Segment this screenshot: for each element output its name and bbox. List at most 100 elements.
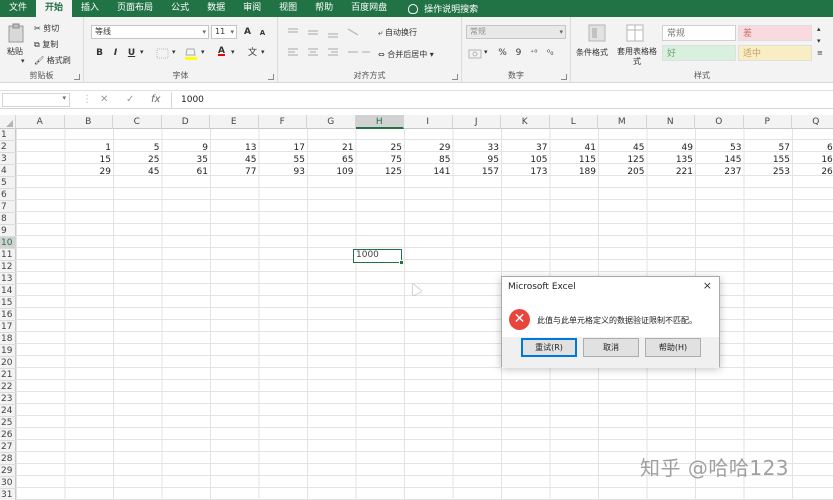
conditional-formatting-button[interactable]: 条件格式 xyxy=(576,47,608,58)
alignment-icons[interactable] xyxy=(286,26,371,60)
name-box[interactable]: ▾ xyxy=(2,93,70,107)
format-as-table-button[interactable]: 套用表格格式 xyxy=(615,47,659,67)
row-header-26[interactable]: 26 xyxy=(0,429,16,441)
row-header-1[interactable]: 1 xyxy=(0,129,16,141)
cell-c3[interactable]: 25 xyxy=(113,154,162,166)
column-header-d[interactable]: D xyxy=(162,115,210,129)
cell-k4[interactable]: 173 xyxy=(501,166,550,178)
tab-baidu-netdisk[interactable]: 百度网盘 xyxy=(342,0,396,17)
cut-button[interactable]: ✂ 剪切 xyxy=(34,23,59,34)
column-header-k[interactable]: K xyxy=(501,115,550,129)
column-header-o[interactable]: O xyxy=(695,115,744,129)
underline-dropdown-icon[interactable]: ▾ xyxy=(140,48,144,56)
row-header-13[interactable]: 13 xyxy=(0,273,16,285)
cell-i4[interactable]: 141 xyxy=(404,166,453,178)
decrease-decimal-icon[interactable]: ⁰₀ xyxy=(547,48,553,57)
cell-j4[interactable]: 157 xyxy=(453,166,502,178)
row-header-2[interactable]: 2 xyxy=(0,141,16,153)
currency-icon[interactable] xyxy=(468,48,482,59)
italic-button[interactable]: I xyxy=(109,47,122,60)
column-header-a[interactable]: A xyxy=(16,115,65,129)
tab-data[interactable]: 数据 xyxy=(198,0,234,17)
row-header-5[interactable]: 5 xyxy=(0,177,16,189)
grow-font-button[interactable]: A xyxy=(241,26,254,39)
fill-handle[interactable] xyxy=(399,260,404,265)
underline-button[interactable]: U xyxy=(125,47,138,60)
active-cell-h10[interactable]: 1000 xyxy=(353,249,404,265)
bold-button[interactable]: B xyxy=(93,47,106,60)
column-header-l[interactable]: L xyxy=(550,115,598,129)
row-header-9[interactable]: 9 xyxy=(0,225,16,237)
cell-e2[interactable]: 13 xyxy=(210,142,259,154)
comma-button[interactable]: 9 xyxy=(512,47,525,60)
cell-h4[interactable]: 125 xyxy=(356,166,405,178)
copy-button[interactable]: ⧉ 复制 xyxy=(34,39,58,50)
column-header-q[interactable]: Q xyxy=(792,115,833,129)
cell-g2[interactable]: 21 xyxy=(307,142,356,154)
tab-review[interactable]: 审阅 xyxy=(234,0,270,17)
cell-p3[interactable]: 155 xyxy=(744,154,793,166)
border-icon[interactable] xyxy=(156,48,169,59)
fill-color-icon[interactable] xyxy=(184,47,198,60)
cell-o2[interactable]: 53 xyxy=(695,142,744,154)
row-header-16[interactable]: 16 xyxy=(0,309,16,321)
row-header-8[interactable]: 8 xyxy=(0,213,16,225)
cell-o4[interactable]: 237 xyxy=(695,166,744,178)
number-format-combo[interactable]: 常规 ▾ xyxy=(466,25,566,39)
tab-help[interactable]: 帮助 xyxy=(306,0,342,17)
cell-l3[interactable]: 115 xyxy=(550,154,599,166)
close-icon[interactable]: × xyxy=(703,279,712,292)
cell-c4[interactable]: 45 xyxy=(113,166,162,178)
phonetic-button[interactable]: 文 xyxy=(246,47,259,60)
cancel-icon[interactable]: ✕ xyxy=(100,94,108,105)
column-header-n[interactable]: N xyxy=(647,115,695,129)
formula-input[interactable]: 1000 xyxy=(171,92,833,108)
row-header-28[interactable]: 28 xyxy=(0,453,16,465)
cell-g3[interactable]: 65 xyxy=(307,154,356,166)
cell-k2[interactable]: 37 xyxy=(501,142,550,154)
row-header-6[interactable]: 6 xyxy=(0,189,16,201)
cell-b3[interactable]: 15 xyxy=(65,154,114,166)
insert-function-icon[interactable]: fx xyxy=(151,94,160,105)
number-launcher-icon[interactable] xyxy=(561,74,567,80)
cell-h3[interactable]: 75 xyxy=(356,154,405,166)
conditional-formatting-icon[interactable] xyxy=(587,23,607,43)
column-header-c[interactable]: C xyxy=(113,115,162,129)
row-header-30[interactable]: 30 xyxy=(0,477,16,489)
cell-d2[interactable]: 9 xyxy=(162,142,211,154)
row-header-15[interactable]: 15 xyxy=(0,297,16,309)
cell-n2[interactable]: 49 xyxy=(647,142,696,154)
row-header-23[interactable]: 23 xyxy=(0,393,16,405)
cell-q4[interactable]: 269 xyxy=(792,166,833,178)
cell-m2[interactable]: 45 xyxy=(598,142,647,154)
merge-center-button[interactable]: ⇔ 合并后居中 ▾ xyxy=(378,49,434,60)
cell-d3[interactable]: 35 xyxy=(162,154,211,166)
paste-button[interactable]: 粘贴 xyxy=(7,46,23,57)
cell-j2[interactable]: 33 xyxy=(453,142,502,154)
cancel-button[interactable]: 取消 xyxy=(583,338,639,357)
alignment-launcher-icon[interactable] xyxy=(452,74,458,80)
cell-m3[interactable]: 125 xyxy=(598,154,647,166)
style-normal[interactable]: 常规 xyxy=(662,25,736,41)
cell-m4[interactable]: 205 xyxy=(598,166,647,178)
wrap-text-button[interactable]: ⤶ 自动换行 xyxy=(378,27,417,38)
column-header-m[interactable]: M xyxy=(598,115,647,129)
row-header-14[interactable]: 14 xyxy=(0,285,16,297)
shrink-font-button[interactable]: A xyxy=(256,27,269,40)
row-header-7[interactable]: 7 xyxy=(0,201,16,213)
format-as-table-icon[interactable] xyxy=(625,23,645,43)
clipboard-launcher-icon[interactable] xyxy=(74,74,80,80)
paste-icon[interactable] xyxy=(7,23,25,43)
tab-formulas[interactable]: 公式 xyxy=(162,0,198,17)
cell-e4[interactable]: 77 xyxy=(210,166,259,178)
tell-me-search[interactable]: 操作说明搜索 xyxy=(424,2,478,15)
cell-o3[interactable]: 145 xyxy=(695,154,744,166)
cell-f2[interactable]: 17 xyxy=(259,142,308,154)
style-good[interactable]: 好 xyxy=(662,45,736,61)
cell-f4[interactable]: 93 xyxy=(259,166,308,178)
select-all-corner[interactable] xyxy=(0,115,16,129)
tab-view[interactable]: 视图 xyxy=(270,0,306,17)
tab-home[interactable]: 开始 xyxy=(36,0,73,17)
cell-q2[interactable]: 61 xyxy=(792,142,833,154)
cell-i3[interactable]: 85 xyxy=(404,154,453,166)
